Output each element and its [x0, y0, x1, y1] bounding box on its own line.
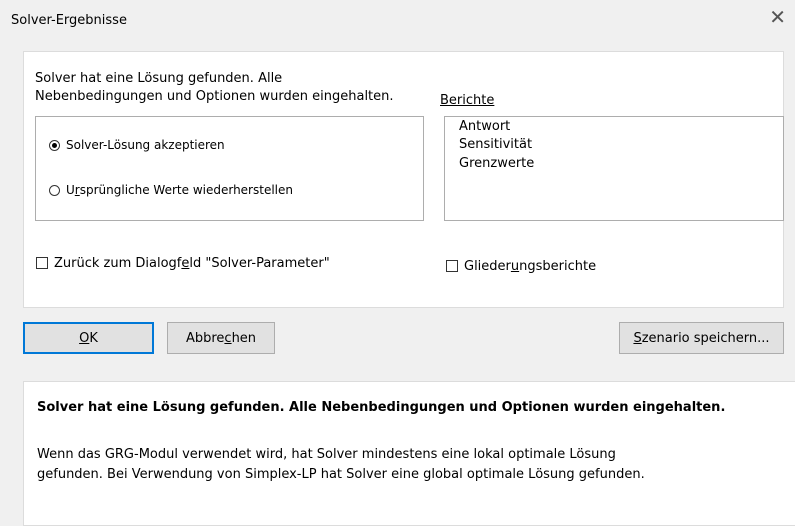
- restore-values-radio[interactable]: Ursprüngliche Werte wiederherstellen: [49, 181, 293, 199]
- restore-values-label: Ursprüngliche Werte wiederherstellen: [66, 183, 293, 197]
- outline-reports-label: Gliederungsberichte: [464, 258, 597, 274]
- return-to-parameters-label: Zurück zum Dialogfeld "Solver-Parameter": [54, 255, 330, 271]
- result-message-line2: Nebenbedingungen und Optionen wurden ein…: [35, 89, 394, 104]
- return-to-parameters-checkbox[interactable]: Zurück zum Dialogfeld "Solver-Parameter": [36, 254, 330, 272]
- report-item-answer[interactable]: Antwort: [459, 118, 510, 136]
- checkbox-icon[interactable]: [446, 260, 458, 272]
- keep-solution-radio[interactable]: Solver-Lösung akzeptieren: [49, 136, 225, 154]
- reports-label-text: Berichte: [440, 93, 495, 108]
- result-message-line1: Solver hat eine Lösung gefunden. Alle: [35, 71, 283, 86]
- close-icon[interactable]: ✕: [769, 7, 786, 27]
- solution-options-group: [35, 116, 424, 221]
- outline-reports-checkbox[interactable]: Gliederungsberichte: [446, 257, 596, 275]
- checkbox-icon[interactable]: [36, 257, 48, 269]
- reports-label: Berichte: [440, 93, 494, 108]
- radio-unselected-icon[interactable]: [49, 184, 60, 196]
- description-heading: Solver hat eine Lösung gefunden. Alle Ne…: [37, 400, 726, 415]
- ok-button[interactable]: OK: [23, 322, 154, 354]
- description-line2: gefunden. Bei Verwendung von Simplex-LP …: [37, 467, 645, 482]
- radio-selected-icon[interactable]: [49, 139, 60, 151]
- description-line1: Wenn das GRG-Modul verwendet wird, hat S…: [37, 447, 616, 462]
- description-text: Wenn das GRG-Modul verwendet wird, hat S…: [37, 445, 782, 485]
- report-item-limits[interactable]: Grenzwerte: [459, 155, 534, 173]
- save-scenario-button[interactable]: Szenario speichern...: [619, 322, 784, 354]
- result-message: Solver hat eine Lösung gefunden. Alle Ne…: [35, 70, 394, 106]
- keep-solution-label: Solver-Lösung akzeptieren: [66, 138, 225, 152]
- cancel-button[interactable]: Abbre c hen: [167, 322, 275, 354]
- report-item-sensitivity[interactable]: Sensitivität: [459, 136, 532, 154]
- window-title: Solver-Ergebnisse: [11, 13, 127, 28]
